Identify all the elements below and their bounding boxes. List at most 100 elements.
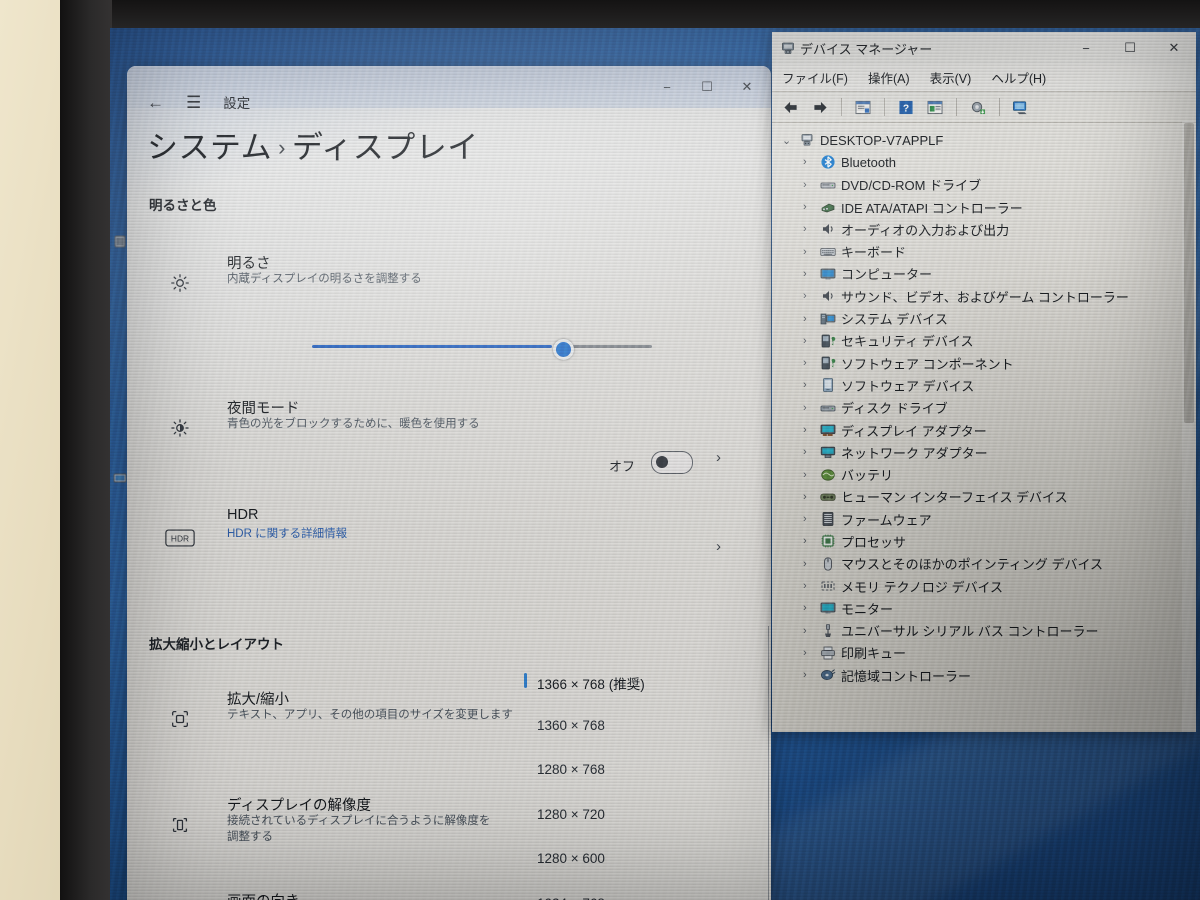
device-tree-item[interactable]: › ディスク ドライブ — [776, 397, 1196, 419]
device-manager-menu-bar[interactable]: ファイル(F) 操作(A) 表示(V) ヘルプ(H) — [772, 64, 1196, 92]
device-tree-item[interactable]: › Bluetooth — [776, 151, 1196, 173]
chevron-right-icon[interactable]: › — [803, 268, 818, 280]
device-tree-scrollbar[interactable] — [1182, 121, 1196, 732]
resolution-option[interactable]: 1280 × 720 — [537, 807, 605, 822]
chevron-right-icon[interactable]: › — [803, 402, 818, 414]
processor-icon — [818, 533, 837, 549]
hdr-chevron-right-icon[interactable]: › — [716, 538, 721, 555]
chevron-right-icon[interactable]: › — [803, 602, 818, 614]
device-tree-item[interactable]: › セキュリティ デバイス — [776, 330, 1196, 352]
device-tree-item[interactable]: › ファームウェア — [776, 508, 1196, 530]
chevron-right-icon[interactable]: › — [803, 647, 818, 659]
forward-arrow-icon[interactable] — [809, 97, 831, 117]
brightness-slider-handle[interactable] — [553, 339, 575, 360]
show-hidden-devices-icon[interactable] — [924, 97, 946, 117]
device-tree[interactable]: ⌄ DESKTOP-V7APPLF › Bluetooth › DVD/CD-ROM ドラ… — [772, 123, 1196, 686]
device-tree-item[interactable]: › バッテリ — [776, 463, 1196, 485]
device-tree-item[interactable]: › ソフトウェア コンポーネント — [776, 352, 1196, 374]
update-driver-icon[interactable] — [967, 97, 989, 117]
chevron-right-icon[interactable]: › — [803, 535, 818, 547]
device-tree-item[interactable]: › ヒューマン インターフェイス デバイス — [776, 486, 1196, 508]
menu-item-file[interactable]: ファイル(F) — [782, 68, 848, 87]
chevron-right-icon[interactable]: › — [803, 246, 818, 258]
settings-window[interactable]: − ☐ ✕ ← ☰ 設定 システム › ディスプレイ 明るさと色 明るさ 内蔵デ… — [127, 66, 771, 900]
minimize-button[interactable]: − — [1064, 32, 1108, 64]
chevron-right-icon[interactable]: › — [803, 625, 818, 637]
desktop-icon-recycle-bin[interactable] — [112, 233, 128, 249]
device-manager-window[interactable]: デバイス マネージャー − ☐ ✕ ファイル(F) 操作(A) 表示(V) ヘル… — [772, 32, 1196, 732]
chevron-right-icon[interactable]: › — [803, 469, 818, 481]
chevron-right-icon[interactable]: › — [803, 156, 818, 168]
hamburger-menu-icon[interactable]: ☰ — [186, 94, 201, 111]
device-manager-title-bar[interactable]: デバイス マネージャー − ☐ ✕ — [772, 32, 1196, 64]
chevron-right-icon[interactable]: › — [803, 558, 818, 570]
chevron-down-icon[interactable]: ⌄ — [782, 134, 797, 147]
resolution-option[interactable]: 1280 × 600 — [537, 851, 605, 866]
chevron-right-icon[interactable]: › — [803, 290, 818, 302]
device-tree-item[interactable]: › ネットワーク アダプター — [776, 441, 1196, 463]
brightness-slider[interactable] — [312, 339, 652, 360]
device-tree-item[interactable]: › メモリ テクノロジ デバイス — [776, 575, 1196, 597]
close-button[interactable]: ✕ — [727, 70, 767, 104]
device-tree-item[interactable]: › コンピューター — [776, 263, 1196, 285]
back-arrow-icon[interactable]: ← — [147, 94, 164, 111]
menu-item-view[interactable]: 表示(V) — [930, 68, 972, 87]
night-light-chevron-right-icon[interactable]: › — [716, 449, 721, 466]
chevron-right-icon[interactable]: › — [803, 223, 818, 235]
device-tree-root[interactable]: ⌄ DESKTOP-V7APPLF — [776, 129, 1196, 151]
resolution-option[interactable]: 1360 × 768 — [537, 718, 605, 733]
device-tree-item[interactable]: › システム デバイス — [776, 307, 1196, 329]
chevron-right-icon[interactable]: › — [803, 179, 818, 191]
chevron-right-icon[interactable]: › — [803, 201, 818, 213]
device-tree-item[interactable]: › サウンド、ビデオ、およびゲーム コントローラー — [776, 285, 1196, 307]
device-tree-item-label: バッテリ — [841, 468, 894, 484]
maximize-button[interactable]: ☐ — [1108, 32, 1152, 64]
help-icon[interactable]: ? — [895, 97, 917, 117]
device-tree-item[interactable]: › 記憶域コントローラー — [776, 664, 1196, 686]
chevron-right-icon[interactable]: › — [803, 379, 818, 391]
menu-item-action[interactable]: 操作(A) — [868, 68, 910, 87]
device-tree-item[interactable]: › ソフトウェア デバイス — [776, 374, 1196, 396]
device-tree-item[interactable]: › プロセッサ — [776, 530, 1196, 552]
device-tree-item[interactable]: › ディスプレイ アダプター — [776, 419, 1196, 441]
device-tree-item[interactable]: › モニター — [776, 597, 1196, 619]
settings-nav-row[interactable]: ← ☰ 設定 — [147, 92, 250, 112]
chevron-right-icon[interactable]: › — [803, 580, 818, 592]
maximize-button[interactable]: ☐ — [687, 70, 727, 104]
close-button[interactable]: ✕ — [1152, 32, 1196, 64]
resolution-option[interactable]: 1024 × 768 — [537, 896, 605, 900]
back-arrow-icon[interactable] — [780, 97, 802, 117]
resolution-option[interactable]: 1280 × 768 — [537, 762, 605, 777]
menu-item-help[interactable]: ヘルプ(H) — [991, 68, 1046, 87]
resolution-option[interactable]: 1366 × 768 (推奨) — [537, 673, 645, 693]
chevron-right-icon[interactable]: › — [803, 335, 818, 347]
device-tree-item[interactable]: › DVD/CD-ROM ドライブ — [776, 174, 1196, 196]
hdr-more-info-link[interactable]: HDR に関する詳細情報 — [227, 527, 347, 542]
device-tree-item[interactable]: › マウスとそのほかのポインティング デバイス — [776, 553, 1196, 575]
night-light-toggle[interactable] — [651, 451, 693, 474]
device-manager-toolbar[interactable]: ? — [772, 92, 1196, 123]
device-tree-item[interactable]: › キーボード — [776, 240, 1196, 262]
minimize-button[interactable]: − — [647, 70, 687, 104]
device-tree-item[interactable]: › 印刷キュー — [776, 642, 1196, 664]
resolution-selected-indicator — [524, 673, 527, 688]
chevron-right-icon[interactable]: › — [803, 491, 818, 503]
desktop-icon-this-pc[interactable] — [112, 470, 128, 486]
chevron-right-icon[interactable]: › — [803, 446, 818, 458]
settings-window-controls[interactable]: − ☐ ✕ — [647, 66, 767, 108]
device-tree-item[interactable]: › オーディオの入力および出力 — [776, 218, 1196, 240]
chevron-right-icon[interactable]: › — [803, 357, 818, 369]
scan-hardware-changes-icon[interactable] — [1010, 97, 1032, 117]
device-tree-item[interactable]: › IDE ATA/ATAPI コントローラー — [776, 196, 1196, 218]
chevron-right-icon[interactable]: › — [803, 424, 818, 436]
scrollbar-thumb[interactable] — [1184, 123, 1194, 423]
toolbar-separator — [884, 98, 885, 116]
device-tree-item[interactable]: › ユニバーサル シリアル バス コントローラー — [776, 620, 1196, 642]
chevron-right-icon[interactable]: › — [803, 513, 818, 525]
chevron-right-icon[interactable]: › — [803, 313, 818, 325]
device-manager-window-controls[interactable]: − ☐ ✕ — [1064, 32, 1196, 64]
properties-icon[interactable] — [852, 97, 874, 117]
device-tree-item-label: システム デバイス — [841, 312, 948, 328]
breadcrumb-parent[interactable]: システム — [147, 130, 272, 165]
chevron-right-icon[interactable]: › — [803, 669, 818, 681]
